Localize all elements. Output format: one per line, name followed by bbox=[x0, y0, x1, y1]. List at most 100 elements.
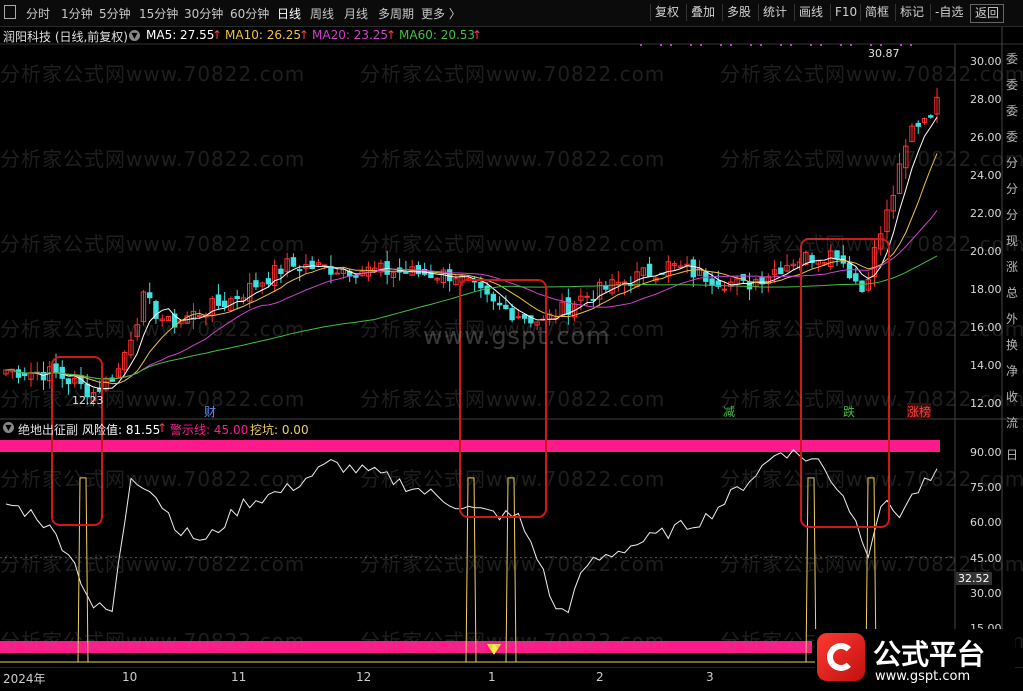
event-rise-list[interactable]: 涨榜 bbox=[907, 403, 932, 420]
high-price-label: 30.87 bbox=[868, 47, 900, 60]
period-weekly[interactable]: 周线 bbox=[310, 5, 334, 22]
signal-dot bbox=[780, 44, 782, 46]
indicator-name: 绝地出征副 bbox=[18, 423, 79, 437]
gspt-logo: 公式平台 www.gspt.com bbox=[815, 629, 1015, 687]
period-30min[interactable]: 30分钟 bbox=[184, 5, 223, 22]
signal-dot bbox=[900, 44, 902, 46]
low-price-label: 12.23 bbox=[72, 394, 104, 407]
risk-value: 风险值: 81.55 bbox=[82, 423, 161, 437]
panel-label: 收 bbox=[1006, 390, 1019, 404]
back-button[interactable]: 返回 bbox=[970, 4, 1005, 23]
candle-body bbox=[915, 122, 921, 127]
candle-body bbox=[234, 296, 240, 300]
stats-button[interactable]: 统计 bbox=[758, 4, 791, 21]
signal-dot bbox=[910, 44, 912, 46]
watermark-text: 分析家公式网www.70822.com bbox=[0, 387, 306, 411]
logo-url: www.gspt.com bbox=[875, 669, 971, 684]
ma60-value: MA60: 20.53 bbox=[399, 28, 476, 42]
period-60min[interactable]: 60分钟 bbox=[230, 5, 269, 22]
signal-dot bbox=[720, 44, 722, 46]
date-tick: 2 bbox=[596, 670, 604, 684]
period-15min[interactable]: 15分钟 bbox=[139, 5, 178, 22]
candle-body bbox=[334, 272, 340, 275]
watermark-text: 分析家公式网www.70822.com bbox=[0, 147, 306, 171]
risk-arrow-icon: ↑ bbox=[157, 421, 168, 435]
candle-body bbox=[709, 278, 715, 286]
price-tick: 30.00 bbox=[970, 55, 1002, 68]
indicator-tick: 75.00 bbox=[970, 481, 1002, 494]
candle-body bbox=[490, 293, 497, 302]
price-tick: 14.00 bbox=[970, 359, 1002, 372]
window-square-icon[interactable] bbox=[4, 5, 16, 19]
ma5-value: MA5: 27.55 bbox=[146, 28, 215, 42]
right-info-panel[interactable]: 委 委 委 委 分 分 分 现 涨 总 外 换 净 收 流 bbox=[1003, 44, 1023, 444]
simple-frame-button[interactable]: 简框 bbox=[860, 4, 893, 21]
ma10-value: MA10: 26.25 bbox=[225, 28, 302, 42]
pit-value: 挖坑: 0.00 bbox=[250, 423, 309, 437]
watermark-text: 分析家公式网www.70822.com bbox=[360, 147, 666, 171]
candle-body bbox=[853, 273, 859, 282]
candle-body bbox=[721, 288, 728, 291]
ma5-arrow-icon: ↑ bbox=[212, 28, 223, 42]
period-multi[interactable]: 多周期 bbox=[378, 5, 414, 22]
multi-stock-button[interactable]: 多股 bbox=[722, 4, 755, 21]
event-finance[interactable]: 财 bbox=[204, 403, 216, 420]
date-tick: 3 bbox=[706, 670, 714, 684]
ma60-arrow-icon: ↑ bbox=[472, 28, 483, 42]
candle-body bbox=[22, 372, 28, 377]
candle-body bbox=[484, 285, 490, 295]
panel-label: 外 bbox=[1006, 312, 1019, 326]
price-tick: 22.00 bbox=[970, 207, 1002, 220]
signal-dot bbox=[820, 44, 822, 46]
candle-body bbox=[265, 278, 272, 285]
period-daily[interactable]: 日线 bbox=[277, 5, 301, 22]
watchlist-button[interactable]: -自选 bbox=[930, 4, 967, 21]
draw-line-button[interactable]: 画线 bbox=[794, 4, 827, 21]
panel-label: 流 bbox=[1006, 416, 1019, 430]
watermark-text: www.gspt.com bbox=[423, 322, 611, 350]
period-more[interactable]: 更多 〉 bbox=[421, 5, 461, 22]
watermark-text: 分析家公式网www.70822.com bbox=[0, 552, 306, 576]
watermark-text: 分析家公式网www.70822.com bbox=[360, 552, 666, 576]
f10-button[interactable]: F10 bbox=[830, 4, 861, 21]
candle-body bbox=[928, 115, 934, 118]
signal-dot bbox=[750, 44, 752, 46]
ma10-arrow-icon: ↑ bbox=[299, 28, 310, 42]
price-tick: 24.00 bbox=[970, 169, 1002, 182]
watermark-text: 分析家公式网www.70822.com bbox=[360, 62, 666, 86]
period-1min[interactable]: 1分钟 bbox=[61, 5, 93, 22]
date-tick: 12 bbox=[356, 670, 372, 684]
price-tick: 18.00 bbox=[970, 283, 1002, 296]
date-tick: 11 bbox=[231, 670, 247, 684]
candle-body bbox=[584, 295, 590, 298]
signal-dot bbox=[700, 44, 702, 46]
fuquan-button[interactable]: 复权 bbox=[650, 4, 683, 21]
signal-dot bbox=[790, 44, 792, 46]
candle-body bbox=[53, 363, 59, 373]
event-reduce[interactable]: 减 bbox=[723, 403, 735, 420]
ma20-value: MA20: 23.25 bbox=[312, 28, 389, 42]
candle-body bbox=[703, 271, 709, 282]
watermark-text: 分析家公式网www.70822.com bbox=[360, 387, 666, 411]
period-fenshi[interactable]: 分时 bbox=[26, 5, 50, 22]
date-tick: 2024年 bbox=[3, 672, 46, 686]
panel-label: 分 bbox=[1006, 208, 1019, 222]
date-tick: 1 bbox=[488, 670, 496, 684]
candle-body bbox=[253, 280, 259, 288]
stock-title: 润阳科技 (日线,前复权) bbox=[3, 30, 128, 44]
indicator-tick: 90.00 bbox=[970, 446, 1002, 459]
panel-label: 分 bbox=[1006, 182, 1019, 196]
period-5min[interactable]: 5分钟 bbox=[99, 5, 131, 22]
event-drop[interactable]: 跌 bbox=[843, 403, 855, 420]
indicator-legend: ▼ 绝地出征副 风险值: 81.55 ↑ 警示线: 45.00 挖坑: 0.00 bbox=[0, 420, 900, 437]
signal-dot bbox=[850, 44, 852, 46]
ma-legend: 润阳科技 (日线,前复权) ▼ MA5: 27.55 ↑ MA10: 26.25… bbox=[3, 28, 483, 44]
candle-body bbox=[446, 269, 453, 282]
logo-title: 公式平台 bbox=[873, 638, 986, 671]
overlay-button[interactable]: 叠加 bbox=[686, 4, 719, 21]
panel-label: 净 bbox=[1006, 364, 1019, 378]
indicator-tick: 45.00 bbox=[970, 552, 1002, 565]
mark-button[interactable]: 标记 bbox=[895, 4, 928, 21]
period-monthly[interactable]: 月线 bbox=[344, 5, 368, 22]
candle-body bbox=[646, 263, 653, 277]
